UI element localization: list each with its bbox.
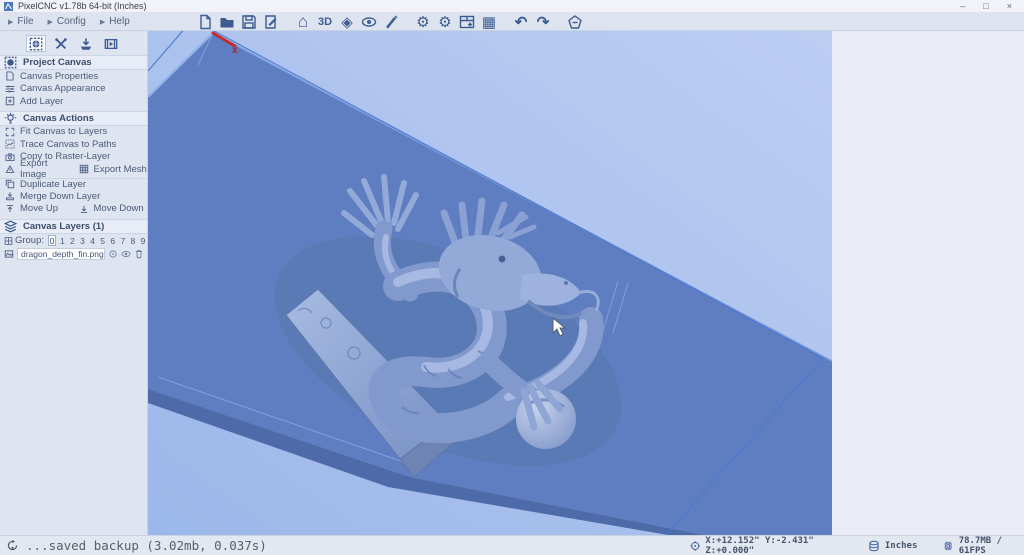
app-icon (4, 2, 13, 11)
section-canvas-layers[interactable]: Canvas Layers (1) (0, 219, 147, 234)
group-7[interactable]: 7 (119, 235, 127, 246)
export-mesh-item[interactable]: Export Mesh (74, 163, 148, 176)
duplicate-layer-item[interactable]: Duplicate Layer (0, 178, 147, 191)
layer-name-field[interactable]: dragon_depth_fin.png (17, 248, 105, 260)
tab-tools[interactable] (51, 35, 71, 52)
group-2[interactable]: 2 (68, 235, 76, 246)
group-0[interactable]: 0 (48, 235, 56, 246)
open-project-icon[interactable] (218, 13, 236, 31)
move-up-item[interactable]: Move Up (0, 203, 74, 216)
export-image-icon (5, 164, 15, 174)
airbrush-icon[interactable] (382, 13, 400, 31)
layers-stack-icon (4, 220, 17, 233)
merge-down-icon (5, 191, 15, 201)
camera-icon (5, 152, 15, 162)
section-canvas-actions[interactable]: Canvas Actions (0, 111, 147, 126)
canvas-actions-bulb-icon (4, 112, 17, 125)
new-project-icon[interactable] (196, 13, 214, 31)
tab-simulation[interactable] (101, 35, 121, 52)
menu-file[interactable]: ▶ File (8, 16, 34, 27)
menu-help[interactable]: ▶ Help (100, 16, 130, 27)
properties-page-icon (5, 71, 15, 81)
maximize-button[interactable]: □ (983, 2, 988, 11)
tab-cam[interactable] (76, 35, 96, 52)
group-icon (4, 236, 13, 246)
units-stack-icon (868, 540, 880, 552)
3d-viewport[interactable]: x (148, 31, 832, 535)
layer-group-row: Group: 0 1 2 3 4 5 6 7 8 9 (0, 234, 147, 247)
image-icon (4, 249, 14, 259)
memory-chip-icon (943, 540, 953, 552)
trace-canvas-item[interactable]: Trace Canvas to Paths (0, 138, 147, 151)
perspective-view-icon[interactable]: ◈ (338, 13, 356, 31)
duplicate-icon (5, 179, 15, 189)
panel-tabs (0, 31, 147, 55)
menu-config[interactable]: ▶ Config (48, 16, 86, 27)
cam-settings-gear-icon[interactable]: ⚙ (436, 13, 454, 31)
viewport-render: x (148, 31, 832, 535)
undo-icon[interactable]: ↶ (512, 13, 530, 31)
canvas-appearance-item[interactable]: Canvas Appearance (0, 83, 147, 96)
fit-arrows-icon (5, 127, 15, 137)
save-project-icon[interactable] (240, 13, 258, 31)
status-message: ...saved backup (3.02mb, 0.037s) (26, 538, 267, 553)
group-6[interactable]: 6 (109, 235, 117, 246)
move-down-icon (79, 204, 89, 214)
layer-delete-trash-icon[interactable] (134, 249, 144, 259)
group-4[interactable]: 4 (89, 235, 97, 246)
section-project-canvas[interactable]: Project Canvas (0, 55, 147, 70)
canvas-settings-gear-icon[interactable]: ⚙ (414, 13, 432, 31)
menu-arrow-icon: ▶ (100, 18, 105, 26)
viewport-margin (832, 31, 1024, 535)
cursor-coordinates: X:+12.152" Y:-2.431" Z:+0.000" (705, 536, 846, 555)
home-view-icon[interactable]: ⌂ (294, 13, 312, 31)
menu-bar: ▶ File ▶ Config ▶ Help (0, 16, 130, 27)
move-down-item[interactable]: Move Down (74, 203, 148, 216)
memory-fps-readout: 78.7MB / 61FPS (959, 536, 1024, 555)
group-5[interactable]: 5 (99, 235, 107, 246)
sliders-icon (5, 84, 15, 94)
show-canvas-eye-icon[interactable] (360, 13, 378, 31)
plus-box-icon (5, 96, 15, 106)
main-toolbar: ⌂ 3D ◈ ⚙ ⚙ ▦ ↶ ↷ (196, 11, 584, 33)
layer-visibility-eye-icon[interactable] (121, 249, 131, 259)
close-button[interactable]: × (1007, 2, 1012, 11)
project-canvas-icon (4, 56, 17, 69)
left-panel: Project Canvas Canvas Properties Canvas … (0, 31, 148, 535)
add-viewport-icon[interactable] (458, 13, 476, 31)
tab-canvas[interactable] (26, 35, 46, 52)
reset-view-icon[interactable] (566, 13, 584, 31)
menu-arrow-icon: ▶ (48, 18, 53, 26)
add-layer-item[interactable]: Add Layer (0, 95, 147, 108)
redo-icon[interactable]: ↷ (534, 13, 552, 31)
minimize-button[interactable]: – (960, 2, 965, 11)
backup-spinner-icon (6, 539, 19, 552)
export-image-item[interactable]: Export Image (0, 163, 74, 176)
group-8[interactable]: 8 (129, 235, 137, 246)
grid-view-icon[interactable]: ▦ (480, 13, 498, 31)
canvas-properties-item[interactable]: Canvas Properties (0, 70, 147, 83)
3d-view-icon[interactable]: 3D (316, 13, 334, 31)
fit-canvas-item[interactable]: Fit Canvas to Layers (0, 126, 147, 139)
units-label[interactable]: Inches (885, 541, 918, 551)
merge-down-item[interactable]: Merge Down Layer (0, 190, 147, 203)
layer-focus-icon[interactable] (108, 249, 118, 259)
group-3[interactable]: 3 (78, 235, 86, 246)
window-title: PixelCNC v1.78b 64-bit (Inches) (18, 1, 147, 11)
group-1[interactable]: 1 (58, 235, 66, 246)
menu-toolbar-strip: ▶ File ▶ Config ▶ Help ⌂ 3D ◈ ⚙ ⚙ (0, 13, 1024, 31)
status-bar: ...saved backup (3.02mb, 0.037s) X:+12.1… (0, 535, 1024, 555)
layer-row[interactable]: dragon_depth_fin.png (0, 247, 147, 261)
axis-x-label: x (232, 45, 238, 56)
position-crosshair-icon (690, 540, 700, 552)
move-up-icon (5, 204, 15, 214)
menu-arrow-icon: ▶ (8, 18, 13, 26)
edit-project-icon[interactable] (262, 13, 280, 31)
trace-paths-icon (5, 139, 15, 149)
group-9[interactable]: 9 (139, 235, 147, 246)
export-mesh-icon (79, 164, 89, 174)
